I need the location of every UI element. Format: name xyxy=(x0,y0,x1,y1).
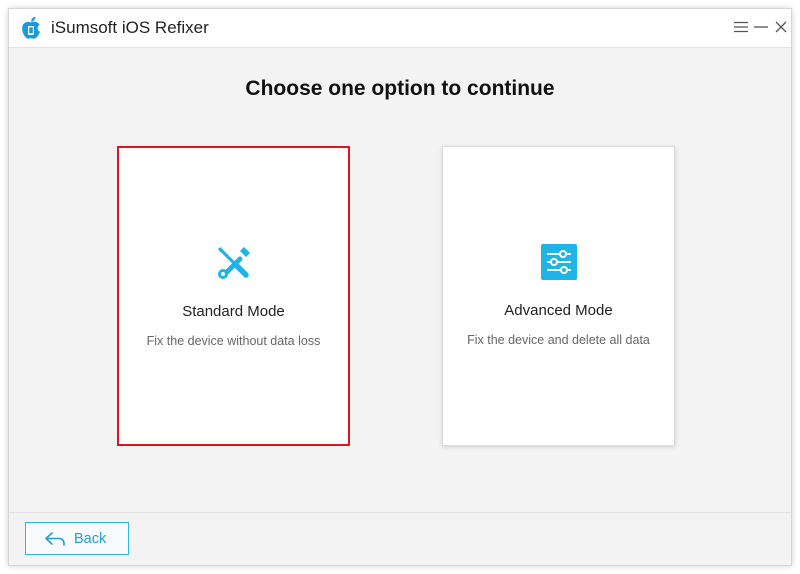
menu-button[interactable] xyxy=(732,17,750,37)
minimize-icon xyxy=(754,26,768,28)
standard-mode-card[interactable]: Standard Mode Fix the device without dat… xyxy=(117,146,350,446)
back-button[interactable]: Back xyxy=(25,522,129,555)
page-heading: Choose one option to continue xyxy=(245,77,555,100)
footer-divider xyxy=(9,512,791,513)
standard-mode-description: Fix the device without data loss xyxy=(146,334,321,348)
back-button-label: Back xyxy=(74,530,107,547)
close-icon xyxy=(775,21,787,33)
advanced-mode-description: Fix the device and delete all data xyxy=(467,333,650,347)
app-logo-icon xyxy=(22,16,40,39)
title-bar: iSumsoft iOS Refixer xyxy=(9,9,791,48)
close-button[interactable] xyxy=(772,17,790,37)
hamburger-icon xyxy=(734,21,748,33)
app-window: iSumsoft iOS Refixer Choose one option t… xyxy=(8,8,792,566)
sliders-icon xyxy=(540,244,577,280)
minimize-button[interactable] xyxy=(752,17,770,37)
back-arrow-icon xyxy=(45,531,65,546)
app-title: iSumsoft iOS Refixer xyxy=(51,18,209,37)
advanced-mode-title: Advanced Mode xyxy=(504,302,613,319)
wrench-screwdriver-icon xyxy=(217,246,250,279)
standard-mode-title: Standard Mode xyxy=(182,303,285,320)
advanced-mode-card[interactable]: Advanced Mode Fix the device and delete … xyxy=(442,146,675,446)
